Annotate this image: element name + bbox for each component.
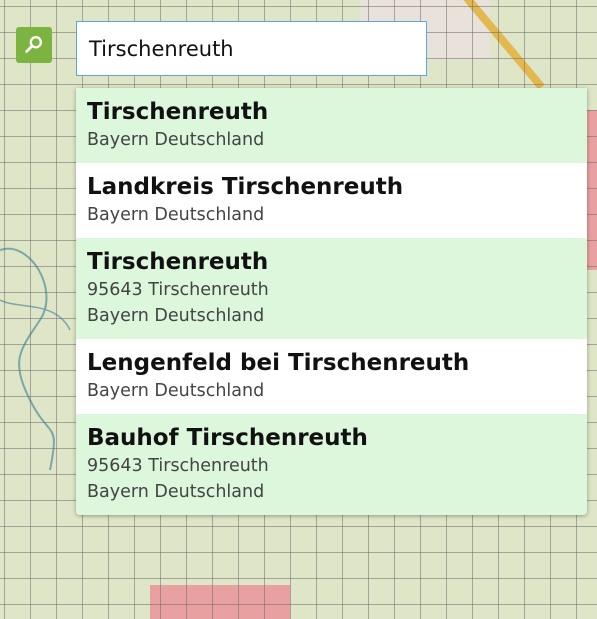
suggestion-item[interactable]: Lengenfeld bei Tirschenreuth Bayern Deut…	[76, 339, 587, 414]
suggestion-region: Bayern Deutschland	[87, 205, 265, 225]
search-input[interactable]	[76, 21, 427, 76]
search-button[interactable]	[16, 27, 52, 63]
suggestion-item[interactable]: Landkreis Tirschenreuth Bayern Deutschla…	[76, 163, 587, 238]
suggestion-region: Bayern Deutschland	[87, 482, 265, 502]
suggestion-name: Tirschenreuth	[87, 249, 269, 275]
suggestion-item[interactable]: Tirschenreuth 95643 Tirschenreuth Bayern…	[76, 238, 587, 339]
suggestion-region: Bayern Deutschland	[87, 381, 265, 401]
suggestion-postcode: 95643 Tirschenreuth	[87, 456, 269, 476]
search-icon	[25, 36, 43, 53]
suggestion-region: Bayern Deutschland	[87, 130, 265, 150]
suggestion-region: Bayern Deutschland	[87, 306, 265, 326]
suggestion-name: Lengenfeld bei Tirschenreuth	[87, 350, 470, 376]
suggestion-name: Landkreis Tirschenreuth	[87, 174, 404, 200]
suggestion-name: Tirschenreuth	[87, 99, 269, 125]
suggestion-item[interactable]: Bauhof Tirschenreuth 95643 Tirschenreuth…	[76, 414, 587, 515]
suggestion-postcode: 95643 Tirschenreuth	[87, 280, 269, 300]
suggestion-list: Tirschenreuth Bayern Deutschland Landkre…	[76, 88, 587, 515]
suggestion-name: Bauhof Tirschenreuth	[87, 425, 368, 451]
suggestion-item[interactable]: Tirschenreuth Bayern Deutschland	[76, 88, 587, 163]
